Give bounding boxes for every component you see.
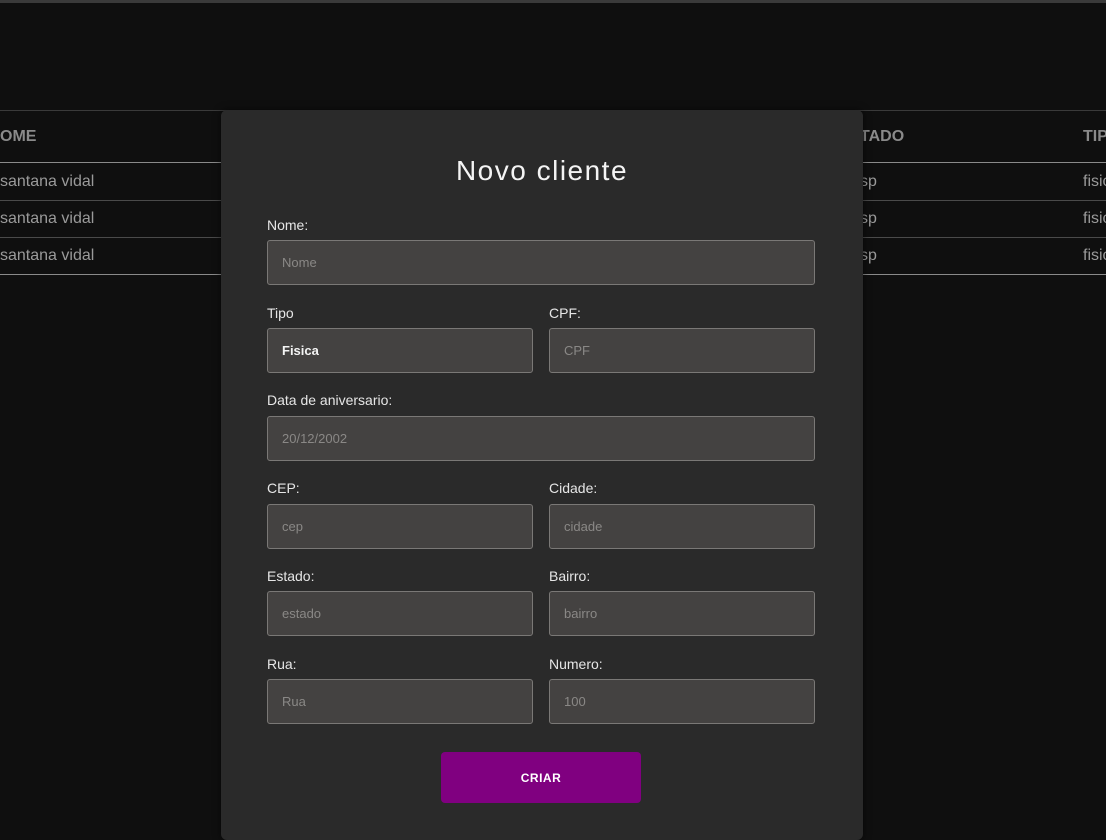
new-client-modal: Novo cliente Nome: Nome Tipo Fisica CPF:…: [221, 110, 863, 840]
nome-label: Nome:: [267, 217, 309, 233]
birthdate-label: Data de aniversario:: [267, 392, 393, 408]
bairro-label: Bairro:: [549, 568, 591, 584]
cell-tipo: fisic: [1083, 247, 1106, 264]
numero-input[interactable]: 100: [549, 679, 815, 724]
tipo-label: Tipo: [267, 305, 294, 321]
cell-nome: santana vidal: [0, 210, 95, 227]
cell-tipo: fisic: [1083, 173, 1106, 190]
estado-label: Estado:: [267, 568, 315, 584]
rua-label: Rua:: [267, 656, 297, 672]
cidade-input[interactable]: cidade: [549, 504, 815, 549]
cell-nome: santana vidal: [0, 173, 95, 190]
cpf-label: CPF:: [549, 305, 581, 321]
tipo-select[interactable]: Fisica: [267, 328, 533, 373]
cep-input[interactable]: cep: [267, 504, 533, 549]
modal-title: Novo cliente: [455, 155, 629, 186]
column-header-tipo: TIP: [1083, 128, 1106, 145]
bairro-input[interactable]: bairro: [549, 591, 815, 636]
birthdate-input[interactable]: 20/12/2002: [267, 416, 815, 461]
top-border: [0, 0, 1106, 3]
column-header-nome: OME: [0, 128, 37, 145]
numero-label: Numero:: [549, 656, 603, 672]
cell-nome: santana vidal: [0, 247, 95, 264]
nome-input[interactable]: Nome: [267, 240, 815, 285]
create-button[interactable]: CRIAR: [441, 752, 641, 803]
rua-input[interactable]: Rua: [267, 679, 533, 724]
estado-input[interactable]: estado: [267, 591, 533, 636]
cidade-label: Cidade:: [549, 480, 598, 496]
cpf-input[interactable]: CPF: [549, 328, 815, 373]
cep-label: CEP:: [267, 480, 300, 496]
column-header-estado: TADO: [860, 128, 905, 145]
cell-tipo: fisic: [1083, 210, 1106, 227]
